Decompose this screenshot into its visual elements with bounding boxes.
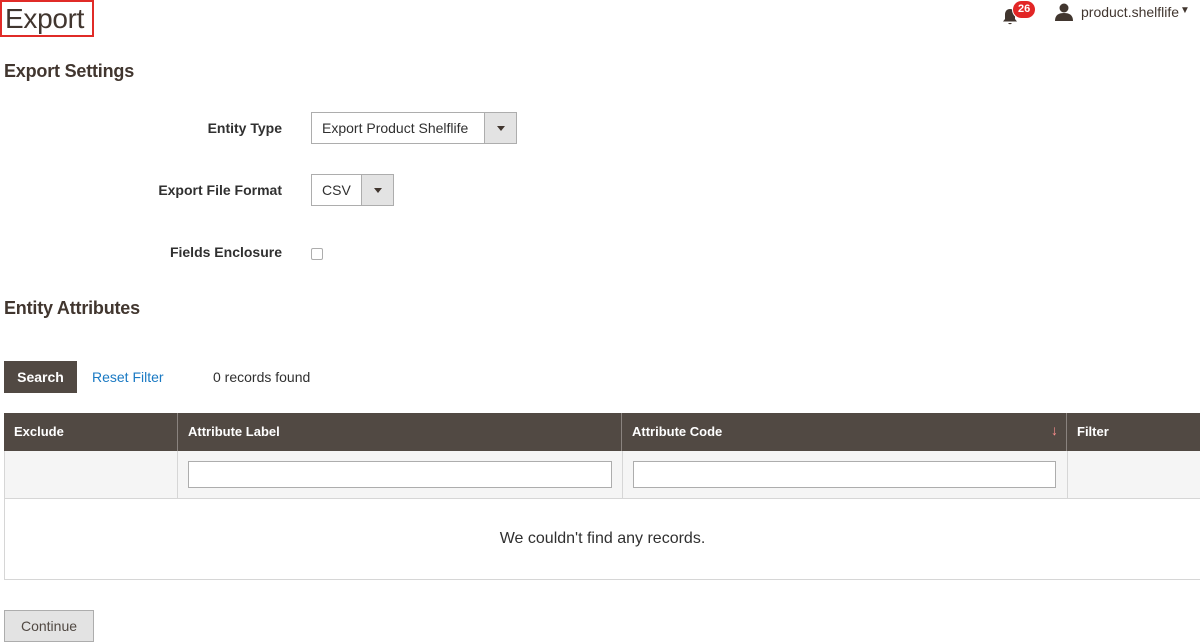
user-name: product.shelflife: [1081, 4, 1180, 20]
column-header-attribute-code-label: Attribute Code: [632, 424, 723, 439]
entity-type-dropdown-button[interactable]: [484, 113, 516, 143]
notifications-button[interactable]: 26: [1001, 0, 1037, 28]
filter-cell-exclude: [5, 451, 178, 498]
export-file-format-select[interactable]: CSV: [311, 174, 394, 206]
grid-filter-row: [4, 451, 1200, 499]
sort-arrow-icon: ↓: [1051, 422, 1058, 438]
entity-type-value: Export Product Shelflife: [322, 120, 469, 136]
filter-cell-attribute-code: [623, 451, 1068, 498]
column-header-attribute-label[interactable]: Attribute Label: [178, 413, 622, 451]
filter-cell-attribute-label: [178, 451, 623, 498]
continue-button[interactable]: Continue: [4, 610, 94, 642]
entity-type-label: Entity Type: [207, 120, 282, 136]
fields-enclosure-checkbox[interactable]: [311, 248, 323, 260]
notifications-count-badge: 26: [1012, 0, 1037, 19]
entity-type-select[interactable]: Export Product Shelflife: [311, 112, 517, 144]
column-header-attribute-code[interactable]: Attribute Code ↓: [622, 413, 1067, 451]
column-header-filter[interactable]: Filter: [1067, 413, 1200, 451]
export-file-format-value: CSV: [322, 182, 351, 198]
attributes-grid: Exclude Attribute Label Attribute Code ↓…: [4, 413, 1200, 580]
caret-down-icon: ▼: [1180, 5, 1190, 16]
export-file-format-dropdown-button[interactable]: [361, 175, 393, 205]
user-icon: [1055, 3, 1073, 21]
fields-enclosure-label: Fields Enclosure: [169, 244, 282, 260]
export-file-format-label: Export File Format: [158, 182, 282, 198]
records-found-count: 0 records found: [213, 369, 311, 385]
attribute-code-filter-input[interactable]: [633, 461, 1056, 488]
export-settings-title: Export Settings: [4, 61, 135, 81]
grid-empty-message: We couldn't find any records.: [4, 499, 1200, 580]
entity-attributes-title: Entity Attributes: [4, 298, 140, 318]
chevron-down-icon: [497, 126, 505, 131]
page-title: Export: [0, 0, 94, 37]
reset-filter-link[interactable]: Reset Filter: [92, 369, 164, 385]
attribute-label-filter-input[interactable]: [188, 461, 612, 488]
search-button[interactable]: Search: [4, 361, 77, 393]
user-account-menu[interactable]: product.shelflife ▼: [1054, 2, 1200, 24]
chevron-down-icon: [374, 188, 382, 193]
column-header-exclude[interactable]: Exclude: [4, 413, 178, 451]
grid-header-row: Exclude Attribute Label Attribute Code ↓…: [4, 413, 1200, 451]
